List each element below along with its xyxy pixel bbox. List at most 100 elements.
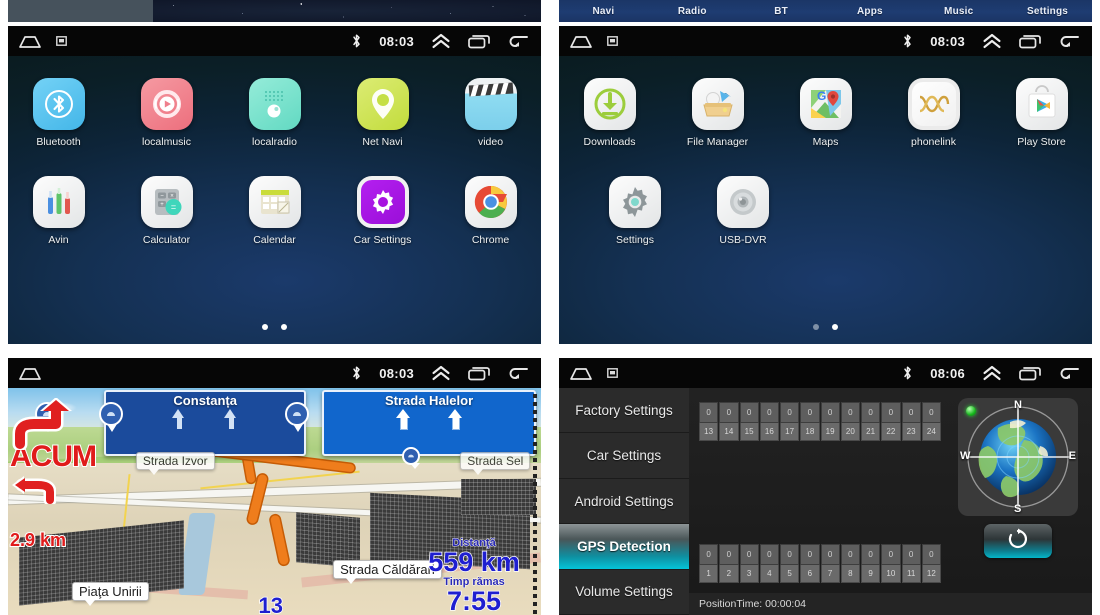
screenshot-icon[interactable]: [607, 36, 618, 46]
tab-radio[interactable]: Radio: [648, 6, 737, 17]
recents-icon[interactable]: [468, 34, 490, 49]
satellite-snr-bar: 0: [901, 402, 921, 423]
bluetooth-icon: [902, 365, 913, 381]
tab-music[interactable]: Music: [914, 6, 1003, 17]
app-localmusic[interactable]: localmusic: [121, 78, 212, 148]
satellite-snr-bar: 0: [861, 402, 881, 423]
app-chrome[interactable]: Chrome: [445, 176, 536, 246]
settings-body: Factory Settings Car Settings Android Se…: [559, 388, 1092, 615]
satellite-cell: 08: [840, 544, 860, 583]
satellite-id-label: 22: [881, 423, 901, 441]
turn-left-arrow-icon: [10, 474, 57, 507]
globe-compass-widget: N S E W: [958, 398, 1078, 516]
page-dot[interactable]: [813, 324, 819, 330]
svg-text:×: ×: [170, 193, 174, 199]
road-sign-arrows: [171, 409, 239, 430]
tab-navi[interactable]: Navi: [559, 6, 648, 17]
app-label: Net Navi: [362, 136, 403, 148]
satellite-cell: 0 14: [719, 402, 739, 441]
satellite-cell: 0 17: [780, 402, 800, 441]
app-label: Settings: [616, 234, 654, 246]
app-row-1: Bluetooth localmusic localradio Net Navi…: [13, 78, 536, 148]
app-play-store[interactable]: Play Store: [996, 78, 1087, 148]
satellite-id-label: 17: [780, 423, 800, 441]
double-chevron-up-icon[interactable]: [982, 33, 1002, 49]
bluetooth-icon: [902, 33, 913, 49]
map-canvas[interactable]: Constanța Strada Halelor Strada Izvor Pi…: [8, 388, 541, 615]
satellite-id-label: 18: [800, 423, 820, 441]
app-settings[interactable]: Settings: [590, 176, 681, 246]
home-icon[interactable]: [569, 366, 593, 381]
avin-input-icon: [32, 176, 85, 228]
satellite-snr-bar: 0: [800, 402, 820, 423]
menu-item-factory-settings[interactable]: Factory Settings: [559, 388, 689, 434]
app-file-manager[interactable]: File Manager: [672, 78, 763, 148]
satellite-snr-bar: 0: [780, 544, 800, 565]
status-bar: 08:03: [8, 26, 541, 56]
bluetooth-icon: [351, 365, 362, 381]
back-icon[interactable]: [1058, 34, 1080, 48]
tab-bt[interactable]: BT: [737, 6, 826, 17]
satellite-id-label: 6: [800, 565, 820, 583]
road-sign-constanta: Constanța: [103, 390, 307, 457]
turn-arrow-large-icon: [10, 397, 115, 452]
recents-icon[interactable]: [1019, 34, 1041, 49]
satellite-snr-bar: 0: [780, 402, 800, 423]
google-maps-icon: G: [799, 78, 852, 130]
factory-settings-screen: 08:06 Factory Settings Car Settings Andr…: [559, 358, 1092, 615]
home-icon[interactable]: [569, 34, 593, 49]
satellite-cell: 01: [699, 544, 719, 583]
app-localradio[interactable]: localradio: [229, 78, 320, 148]
satellite-cell: 09: [861, 544, 881, 583]
double-chevron-up-icon[interactable]: [431, 365, 451, 381]
screenshot-collage: Navi Radio BT Apps Music Settings 08:03: [0, 0, 1100, 615]
screenshot-icon[interactable]: [56, 36, 67, 46]
page-dot-active[interactable]: [832, 324, 838, 330]
app-calculator[interactable]: − × + = Calculator: [121, 176, 212, 246]
app-video[interactable]: video: [445, 78, 536, 148]
home-icon[interactable]: [18, 366, 42, 381]
menu-item-android-settings[interactable]: Android Settings: [559, 479, 689, 525]
app-car-settings[interactable]: Car Settings: [337, 176, 428, 246]
satellite-cell: 05: [780, 544, 800, 583]
back-icon[interactable]: [1058, 366, 1080, 380]
road-sign-strada-halelor: Strada Halelor: [322, 390, 536, 457]
satellite-id-label: 8: [840, 565, 860, 583]
menu-item-gps-detection[interactable]: GPS Detection: [559, 524, 689, 570]
app-phonelink[interactable]: phonelink: [888, 78, 979, 148]
app-avin[interactable]: Avin: [13, 176, 104, 246]
app-label: Car Settings: [353, 234, 412, 246]
map-poi[interactable]: [402, 447, 428, 477]
double-chevron-up-icon[interactable]: [982, 365, 1002, 381]
satellite-snr-bar: 0: [840, 402, 860, 423]
status-bar: 08:03: [8, 358, 541, 388]
back-icon[interactable]: [507, 34, 529, 48]
satellite-snr-bar: 0: [881, 402, 901, 423]
tab-settings[interactable]: Settings: [1003, 6, 1092, 17]
gps-refresh-button[interactable]: [984, 524, 1052, 558]
double-chevron-up-icon[interactable]: [431, 33, 451, 49]
tab-apps[interactable]: Apps: [825, 6, 914, 17]
app-usb-dvr[interactable]: USB-DVR: [698, 176, 789, 246]
menu-item-volume-settings[interactable]: Volume Settings: [559, 570, 689, 615]
menu-item-car-settings[interactable]: Car Settings: [559, 433, 689, 479]
app-calendar[interactable]: Calendar: [229, 176, 320, 246]
satellite-cell: 06: [800, 544, 820, 583]
satellite-snr-bar: 0: [921, 402, 941, 423]
map-poi[interactable]: [285, 401, 311, 432]
recents-icon[interactable]: [468, 366, 490, 381]
screenshot-icon[interactable]: [607, 368, 618, 378]
app-net-navi[interactable]: Net Navi: [337, 78, 428, 148]
app-bluetooth[interactable]: Bluetooth: [13, 78, 104, 148]
page-dot-active[interactable]: [262, 324, 268, 330]
page-dot[interactable]: [281, 324, 287, 330]
trip-distance-value: 559 km: [427, 547, 520, 577]
home-icon[interactable]: [18, 34, 42, 49]
app-maps[interactable]: G Maps: [780, 78, 871, 148]
recents-icon[interactable]: [1019, 366, 1041, 381]
back-icon[interactable]: [507, 366, 529, 380]
satellite-cell: 0 11: [901, 544, 921, 583]
satellite-snr-bar: 0: [820, 544, 840, 565]
satellite-snr-bar: 0: [800, 544, 820, 565]
app-downloads[interactable]: Downloads: [564, 78, 655, 148]
